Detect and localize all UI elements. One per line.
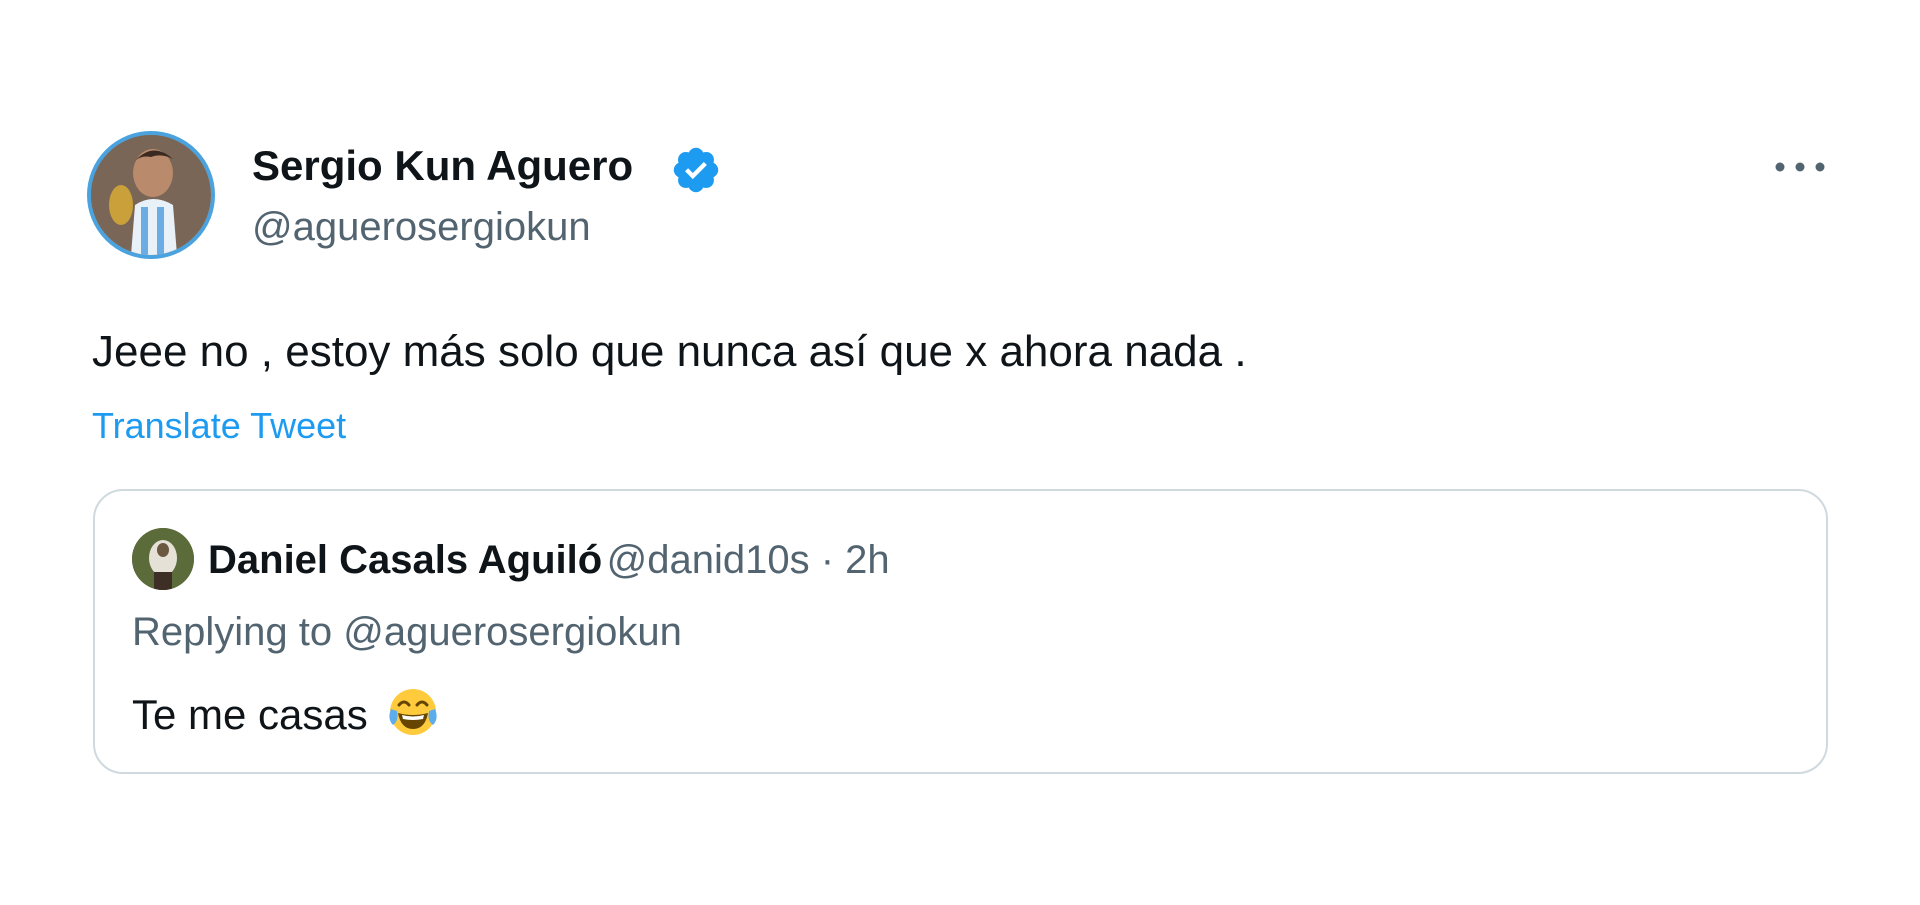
author-handle[interactable]: @aguerosergiokun xyxy=(252,202,591,252)
quoted-author-avatar xyxy=(132,528,194,590)
quoted-text: Te me casas xyxy=(132,691,368,738)
author-display-name[interactable]: Sergio Kun Aguero xyxy=(252,140,633,192)
quoted-display-name: Daniel Casals Aguiló xyxy=(208,538,603,582)
more-dots-icon[interactable] xyxy=(1772,152,1828,182)
quoted-handle-text: @danid10s xyxy=(606,538,810,582)
tweet-container: Sergio Kun Aguero @aguerosergiokun Jeee … xyxy=(0,0,1920,905)
replying-prefix: Replying to xyxy=(132,610,344,654)
quoted-separator: · xyxy=(809,538,846,582)
quoted-header: Daniel Casals Aguiló @danid10s · 2h xyxy=(208,535,890,594)
tweet-text: Jeee no , estoy más solo que nunca así q… xyxy=(92,327,1247,376)
replying-to-line: Replying to @aguerosergiokun xyxy=(132,607,682,657)
replying-to-handle[interactable]: @aguerosergiokun xyxy=(343,610,682,654)
quoted-text-line: Te me casas xyxy=(132,683,441,741)
quoted-tweet-card[interactable]: Daniel Casals Aguiló @danid10s · 2h Repl… xyxy=(93,489,1828,774)
author-avatar[interactable] xyxy=(87,131,215,259)
tears-of-joy-emoji-icon xyxy=(389,689,438,735)
translate-tweet-link[interactable]: Translate Tweet xyxy=(92,403,346,449)
verified-badge-icon xyxy=(673,147,719,193)
quoted-timestamp: 2h xyxy=(845,538,890,582)
